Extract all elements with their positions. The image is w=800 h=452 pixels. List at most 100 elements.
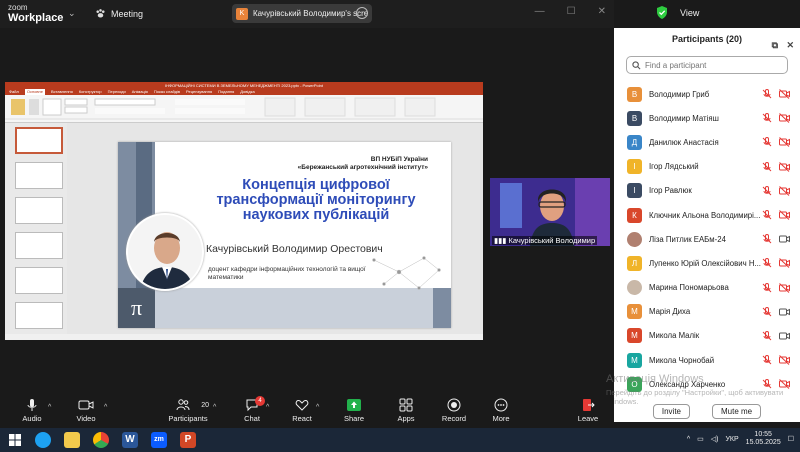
audio-options-caret[interactable]: ^ [48,404,51,411]
tray-chevron-icon[interactable]: ^ [687,436,690,443]
video-participant-name: ▮▮▮ Качурівський Володимир [492,236,598,245]
participant-video-tile[interactable]: ▮▮▮ Качурівський Володимир [490,178,610,246]
slide-organization: ВП НУБіП України «Бережанський агротехні… [297,156,428,171]
close-icon[interactable]: ✕ [786,34,794,56]
mute-me-button[interactable]: Mute me [712,404,762,419]
clock[interactable]: 10:55 15.05.2025 [746,431,781,447]
more-dots-icon [494,398,508,412]
camera-on-icon [779,332,790,340]
audio-button[interactable]: Audio [18,398,46,423]
participant-name: Марія Диха [649,307,691,317]
participant-avatar: М [627,328,642,344]
file-explorer-icon[interactable] [64,432,80,448]
windows-activation-title: Активація Windows [606,373,704,385]
participant-row[interactable]: Д Данилюк Анастасія [614,130,800,154]
window-controls: — ☐ ✕ [535,6,606,17]
participants-options-caret[interactable]: ^ [213,404,216,411]
invite-button[interactable]: Invite [652,404,690,419]
participant-search[interactable] [626,56,788,74]
chat-options-caret[interactable]: ^ [266,404,269,411]
leave-door-icon [583,399,595,411]
more-button[interactable]: More [489,398,513,423]
share-screen-icon [347,399,361,411]
meeting-menu[interactable]: Meeting [95,8,143,19]
search-icon [632,60,641,69]
view-menu[interactable]: View [680,8,699,18]
participant-row[interactable]: Марина Пономарьова [614,276,800,300]
participant-row[interactable]: М Марія Диха [614,300,800,324]
windows-start-icon[interactable] [9,434,21,446]
mic-muted-icon [762,89,772,99]
chat-button[interactable]: 4 Chat [240,396,265,423]
word-icon[interactable]: W [122,432,138,448]
maximize-button[interactable]: ☐ [567,6,576,17]
video-button[interactable]: Video [72,398,100,423]
slide-speaker-name: Качурівський Володимир Орестович [206,243,383,255]
participant-name: Микола Малік [649,331,700,341]
pop-out-icon[interactable]: ⧉ [772,34,778,56]
participant-status-icons [762,258,790,269]
participant-row[interactable]: Л Лупенко Юрій Олексійович Н... [614,251,800,275]
participant-row[interactable]: І Ігор Равлюк [614,179,800,203]
participant-name: Володимир Гриб [649,89,710,99]
participant-avatar: Д [627,134,642,150]
minimize-button[interactable]: — [535,6,545,17]
participant-avatar: І [627,159,642,175]
zoom-window: zoom Workplace ⌄ Meeting K Качурівський … [0,0,800,452]
participant-name: Ключник Альона Володимирі... [649,210,761,220]
camera-off-icon [779,210,790,220]
participant-row[interactable]: К Ключник Альона Володимирі... [614,203,800,227]
mic-muted-icon [762,113,772,123]
participants-button[interactable]: 20 Participants [167,398,209,423]
powerpoint-title-bar: ІНФОРМАЦІЙНІ СИСТЕМИ В ЗЕМЕЛЬНОМУ МЕНЕДЖ… [5,82,483,89]
apps-button[interactable]: Apps [394,398,418,423]
notification-icon[interactable]: ☐ [788,435,794,443]
participants-header: Participants (20) ⧉ ✕ [614,28,800,50]
mic-muted-icon [762,209,772,220]
react-options-caret[interactable]: ^ [316,404,319,411]
chrome-icon[interactable] [93,432,109,448]
keyboard-language[interactable]: УКР [725,436,738,443]
shared-screen: ІНФОРМАЦІЙНІ СИСТЕМИ В ЗЕМЕЛЬНОМУ МЕНЕДЖ… [5,82,483,340]
search-input[interactable] [645,60,785,70]
participant-avatar: І [627,183,642,199]
participant-name: Марина Пономарьова [649,283,729,293]
mic-muted-icon [762,137,772,147]
powerpoint-icon[interactable]: P [180,432,196,448]
zoom-taskbar-icon[interactable]: zm [151,432,167,448]
slide-thumbnail[interactable] [15,302,63,329]
participant-row[interactable]: М Микола Малік [614,324,800,348]
participant-status-icons [762,355,790,365]
slide-thumbnail[interactable] [15,162,63,189]
camera-on-icon [779,308,790,316]
slide-thumbnail[interactable] [15,232,63,259]
participant-status-icons [762,234,790,244]
participant-row[interactable]: І Ігор Лядський [614,155,800,179]
react-button[interactable]: React [290,398,314,423]
participant-avatar: В [627,110,642,126]
video-options-caret[interactable]: ^ [104,404,107,411]
participant-row[interactable]: Ліза Питлик ЕАБм-24 [614,227,800,251]
mic-muted-icon [762,161,772,171]
participant-avatar: В [627,86,642,102]
slide-thumbnail[interactable] [15,267,63,294]
security-shield-icon[interactable] [656,6,668,19]
more-options-icon[interactable]: ··· [356,7,368,19]
chevron-down-icon[interactable]: ⌄ [68,8,76,19]
volume-icon[interactable]: ◁) [711,435,719,443]
slide-thumbnail[interactable] [15,127,63,154]
slide-thumbnail[interactable] [15,197,63,224]
participant-row[interactable]: М Микола Чорнобай [614,348,800,372]
camera-off-icon [779,355,790,365]
network-icon[interactable]: ▭ [697,435,704,443]
system-tray: ^ ▭ ◁) УКР 10:55 15.05.2025 ☐ [687,431,794,447]
participant-status-icons [762,113,790,124]
participant-row[interactable]: В Володимир Гриб [614,82,800,106]
record-button[interactable]: Record [440,398,468,423]
participant-row[interactable]: В Володимир Матіяш [614,106,800,130]
leave-button[interactable]: Leave [574,398,602,423]
edge-icon[interactable] [35,432,51,448]
share-button[interactable]: Share [342,398,366,423]
close-button[interactable]: ✕ [598,6,606,17]
screen-share-indicator[interactable]: K Качурівський Володимир's scre ··· [232,4,372,23]
